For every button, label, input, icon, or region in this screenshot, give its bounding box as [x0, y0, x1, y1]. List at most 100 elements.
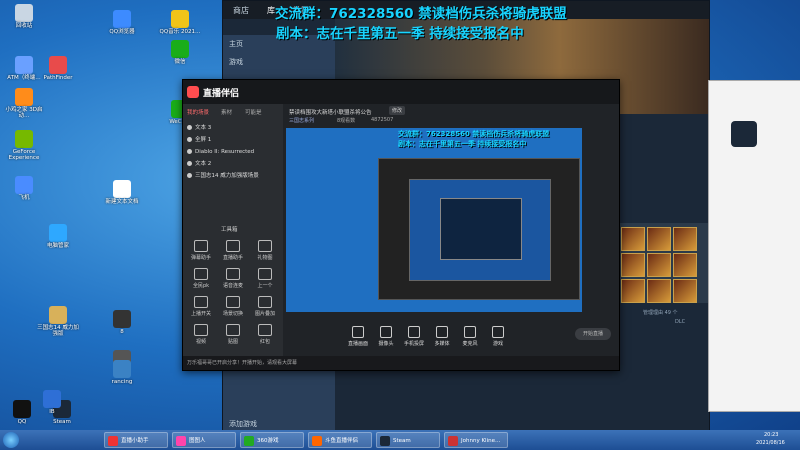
steam-manage: 管理理由 49 个 — [643, 310, 678, 316]
tool-label: 语音连麦 — [222, 283, 243, 289]
live-control[interactable]: 麦克风 — [455, 326, 485, 347]
game-tile[interactable] — [621, 253, 645, 277]
game-tile[interactable] — [647, 279, 671, 303]
live-app-window[interactable]: 直播伴侣 禁读档围攻大新塔小联盟杀将公告 三国志系列 8观看数 4872507 … — [182, 79, 620, 371]
toolbox-item[interactable]: 红包 — [251, 324, 279, 345]
eye-icon[interactable] — [187, 173, 192, 178]
desktop-icon[interactable]: QQ浏览器 — [100, 10, 144, 35]
desktop-icon-label: rancing — [111, 379, 133, 385]
eye-icon[interactable] — [187, 161, 192, 166]
tool-icon — [194, 324, 208, 336]
toolbox-item[interactable]: 全民pk — [187, 268, 215, 289]
live-control[interactable]: 摄像头 — [371, 326, 401, 347]
desktop-icon[interactable]: 电脑管家 — [36, 224, 80, 249]
desktop-icon-label: 回收站 — [15, 23, 33, 29]
eye-icon[interactable] — [187, 149, 192, 154]
control-icon — [436, 326, 448, 338]
desktop-icon[interactable]: 微信 — [158, 40, 202, 65]
taskbar-app-icon — [448, 436, 458, 446]
desktop-icon[interactable]: 飞机 — [2, 176, 46, 201]
right-window[interactable] — [708, 80, 800, 412]
taskbar-item[interactable]: 图图人 — [172, 432, 236, 448]
steam-nav-library[interactable]: 库 — [267, 5, 275, 16]
scene-source-row[interactable]: Diablo II: Resurrected — [187, 146, 281, 158]
scene-source-row[interactable]: 文本 2 — [187, 158, 281, 170]
eye-icon[interactable] — [187, 125, 192, 130]
scene-source-row[interactable]: 文本 3 — [187, 122, 281, 134]
steam-home[interactable]: 主页 — [229, 39, 243, 49]
taskbar-item[interactable]: 斗鱼直播伴侣 — [308, 432, 372, 448]
tool-label: 视频 — [195, 339, 206, 345]
desktop-icon[interactable]: 8 — [100, 310, 144, 335]
toolbox-item[interactable]: 直播助手 — [219, 240, 247, 261]
desktop-icon-label: QQ — [17, 419, 27, 425]
taskbar-label: 斗鱼直播伴侣 — [325, 438, 359, 444]
tab-scenes[interactable]: 我的场景 — [187, 108, 209, 116]
tool-label: 直播助手 — [222, 255, 243, 261]
desktop-icon[interactable]: QQ音乐 2021… — [158, 10, 202, 35]
live-titlebar: 直播伴侣 禁读档围攻大新塔小联盟杀将公告 — [183, 80, 619, 116]
taskbar-item[interactable]: Johnny Kline… — [444, 432, 508, 448]
game-tile[interactable] — [621, 227, 645, 251]
game-tile[interactable] — [647, 227, 671, 251]
tool-icon — [194, 296, 208, 308]
toolbox-item[interactable]: 场景切换 — [219, 296, 247, 317]
start-live-button[interactable]: 开始直播 — [575, 328, 611, 340]
taskbar-item[interactable]: Steam — [376, 432, 440, 448]
toolbox-item[interactable]: 视频 — [187, 324, 215, 345]
desktop-icon-label: PathFinder — [43, 75, 73, 81]
toolbox-item[interactable]: 语音连麦 — [219, 268, 247, 289]
stream-likes: 4872507 — [371, 117, 394, 123]
steam-dlc: DLC — [675, 319, 686, 325]
control-label: 多媒体 — [434, 341, 450, 347]
toolbox-item[interactable]: 图片叠加 — [251, 296, 279, 317]
tab-materials[interactable]: 素材 — [221, 108, 232, 116]
edit-title-button[interactable]: 修改 — [389, 106, 406, 115]
app-icon — [171, 10, 189, 28]
steam-nav-store[interactable]: 商店 — [233, 5, 249, 16]
desktop-icon[interactable]: PathFinder — [36, 56, 80, 81]
toolbox-item[interactable]: 上一个 — [251, 268, 279, 289]
desktop-icon[interactable]: 回收站 — [2, 4, 46, 29]
steam-add-game[interactable]: 添加游戏 — [229, 419, 257, 429]
taskbar-item[interactable]: 直播小助手 — [104, 432, 168, 448]
desktop-icon[interactable]: GeForce Experience — [2, 130, 46, 161]
live-notice: 万乐福哥哥已开启分享！开播开始，请观看大屏幕 — [187, 360, 298, 366]
toolbox-item[interactable]: 上播开关 — [187, 296, 215, 317]
steam-games-filter[interactable]: 游戏 — [229, 57, 243, 67]
stream-category[interactable]: 三国志系列 — [289, 117, 314, 124]
scene-source-row[interactable]: 三国志14 威力加强版场景 — [187, 170, 281, 182]
control-icon — [408, 326, 420, 338]
eye-icon[interactable] — [187, 137, 192, 142]
app-icon — [15, 88, 33, 106]
tool-label: 场景切换 — [222, 311, 243, 317]
desktop-icon[interactable]: QQ — [0, 400, 44, 425]
steam-icon[interactable] — [731, 121, 757, 147]
nested-preview-2 — [409, 179, 551, 281]
start-button[interactable] — [3, 432, 19, 448]
game-tile[interactable] — [673, 253, 697, 277]
game-tile[interactable] — [647, 253, 671, 277]
game-tile[interactable] — [673, 279, 697, 303]
live-control[interactable]: 游戏 — [483, 326, 513, 347]
game-tile[interactable] — [621, 279, 645, 303]
game-tile[interactable] — [673, 227, 697, 251]
taskbar-item[interactable]: 360游戏 — [240, 432, 304, 448]
source-name: Diablo II: Resurrected — [195, 149, 255, 155]
live-control[interactable]: 多媒体 — [427, 326, 457, 347]
tab-other[interactable]: 可能是 — [245, 108, 262, 116]
source-name: 三国志14 威力加强版场景 — [195, 173, 259, 179]
live-control[interactable]: 直播画面 — [343, 326, 373, 347]
desktop-icon[interactable]: 三国志14 威力加强版 — [36, 306, 80, 337]
toolbox-item[interactable]: 贴图 — [219, 324, 247, 345]
live-control[interactable]: 手机投屏 — [399, 326, 429, 347]
desktop-icon[interactable]: 小鸡之家 3D启动… — [2, 88, 46, 119]
toolbox-item[interactable]: 弹幕助手 — [187, 240, 215, 261]
desktop-icon[interactable]: 新建文本文档 — [100, 180, 144, 205]
desktop-icon[interactable]: rancing — [100, 360, 144, 385]
source-name: 文本 2 — [195, 161, 212, 167]
app-icon — [15, 130, 33, 148]
scene-source-row[interactable]: 全屏 1 — [187, 134, 281, 146]
control-icon — [380, 326, 392, 338]
toolbox-item[interactable]: 礼物图 — [251, 240, 279, 261]
